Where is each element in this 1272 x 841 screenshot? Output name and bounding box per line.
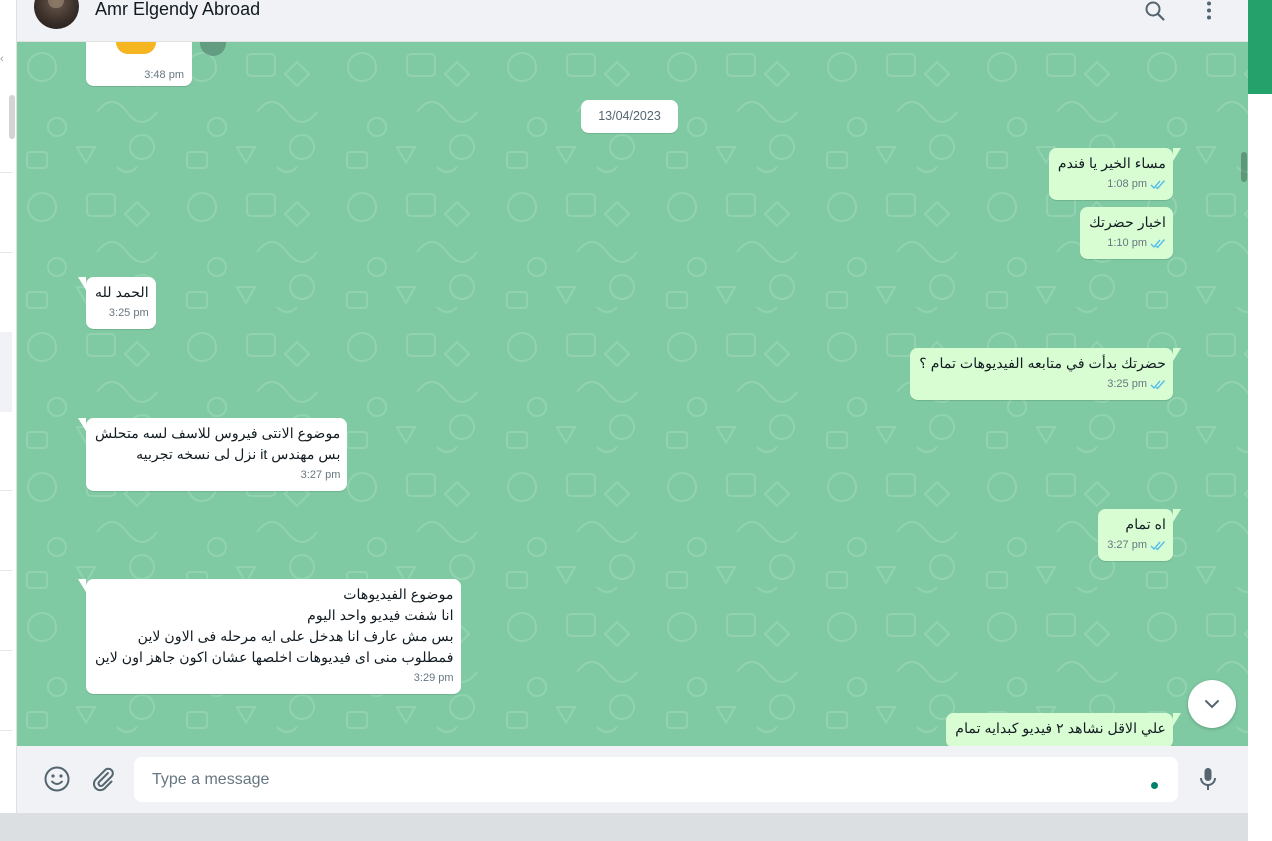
message-meta: 3:29 pm <box>413 672 454 684</box>
attach-icon[interactable] <box>89 765 117 793</box>
divider <box>0 570 12 571</box>
incoming-message[interactable]: موضوع الانتى فيروس للاسف لسه متحلش بس مه… <box>77 418 348 491</box>
message-text: مساء الخير يا فندم <box>1057 156 1166 172</box>
read-ticks-icon <box>1150 541 1166 551</box>
whatsapp-web-window: ‹ Amr Elgendy Abroad 3:48 pm 13/04/2023 … <box>0 0 1272 841</box>
incoming-message[interactable]: موضوع الفيديوهات انا شفت فيديو واحد اليو… <box>78 579 461 694</box>
divider <box>0 172 12 173</box>
chevron-icon[interactable]: ‹ <box>0 52 6 66</box>
conversation-header[interactable]: Amr Elgendy Abroad <box>17 0 1248 42</box>
message-text: اخبار حضرتك <box>1089 215 1166 231</box>
side-panel-accent <box>1248 0 1272 94</box>
side-panel-bottom <box>1248 813 1272 841</box>
avatar[interactable] <box>34 0 79 29</box>
chat-list-item-selected[interactable] <box>0 332 12 412</box>
contact-name[interactable]: Amr Elgendy Abroad <box>95 0 260 20</box>
message-text: موضوع الفيديوهات انا شفت فيديو واحد اليو… <box>95 587 454 666</box>
message-meta: 3:25 pm <box>919 377 1166 392</box>
outgoing-message[interactable]: اه تمام 3:27 pm <box>1098 509 1181 561</box>
scroll-to-bottom-button[interactable] <box>1188 680 1236 728</box>
menu-icon[interactable] <box>1197 0 1221 24</box>
incoming-message[interactable]: الحمد لله 3:25 pm <box>78 277 156 329</box>
outgoing-message[interactable]: علي الاقل نشاهد ٢ فيديو كبدايه تمام <box>946 713 1181 746</box>
outgoing-message[interactable]: حضرتك بدأت في متابعه الفيديوهات تمام ؟ 3… <box>910 348 1181 400</box>
message-meta: 1:08 pm <box>1058 177 1166 192</box>
message-meta: 3:27 pm <box>1107 538 1166 553</box>
chat-list-edge: ‹ <box>0 0 17 813</box>
read-ticks-icon <box>1150 380 1166 390</box>
message-text: علي الاقل نشاهد ٢ فيديو كبدايه تمام <box>955 721 1166 737</box>
search-icon[interactable] <box>1143 0 1167 24</box>
divider <box>0 490 12 491</box>
chat-scrollbar[interactable] <box>1241 152 1247 182</box>
window-bottom-edge <box>0 813 1272 841</box>
message-meta: 3:27 pm <box>300 469 341 481</box>
message-text: اه تمام <box>1125 517 1166 533</box>
divider <box>0 650 12 651</box>
message-meta: 1:10 pm <box>1089 236 1166 251</box>
message-meta: 3:25 pm <box>108 307 149 319</box>
message-list[interactable]: 3:48 pm 13/04/2023 مساء الخير يا فندم 1:… <box>17 42 1248 746</box>
divider <box>0 252 12 253</box>
date-separator: 13/04/2023 <box>581 100 678 133</box>
message-input[interactable] <box>134 757 1178 802</box>
emoji-icon[interactable] <box>43 765 71 793</box>
read-ticks-icon <box>1150 239 1166 249</box>
read-ticks-icon <box>1150 180 1166 190</box>
outgoing-message[interactable]: مساء الخير يا فندم 1:08 pm <box>1048 148 1182 200</box>
message-text: موضوع الانتى فيروس للاسف لسه متحلش بس مه… <box>95 426 341 463</box>
outgoing-message[interactable]: اخبار حضرتك 1:10 pm <box>1080 207 1173 259</box>
compose-bar <box>17 746 1248 813</box>
message-text: حضرتك بدأت في متابعه الفيديوهات تمام ؟ <box>919 356 1166 372</box>
divider <box>0 730 12 731</box>
mic-icon[interactable] <box>1194 765 1222 793</box>
grammar-extension-icon[interactable] <box>1151 782 1158 789</box>
side-panel <box>1248 94 1272 813</box>
sticker-message[interactable]: 3:48 pm <box>86 42 192 86</box>
chevron-down-icon <box>1205 700 1219 709</box>
message-time: 3:48 pm <box>144 69 184 81</box>
message-input-container[interactable] <box>134 757 1178 802</box>
message-text: الحمد لله <box>95 285 149 301</box>
thumbs-up-sticker-icon <box>116 42 156 54</box>
chat-list-scrollbar[interactable] <box>9 95 15 139</box>
